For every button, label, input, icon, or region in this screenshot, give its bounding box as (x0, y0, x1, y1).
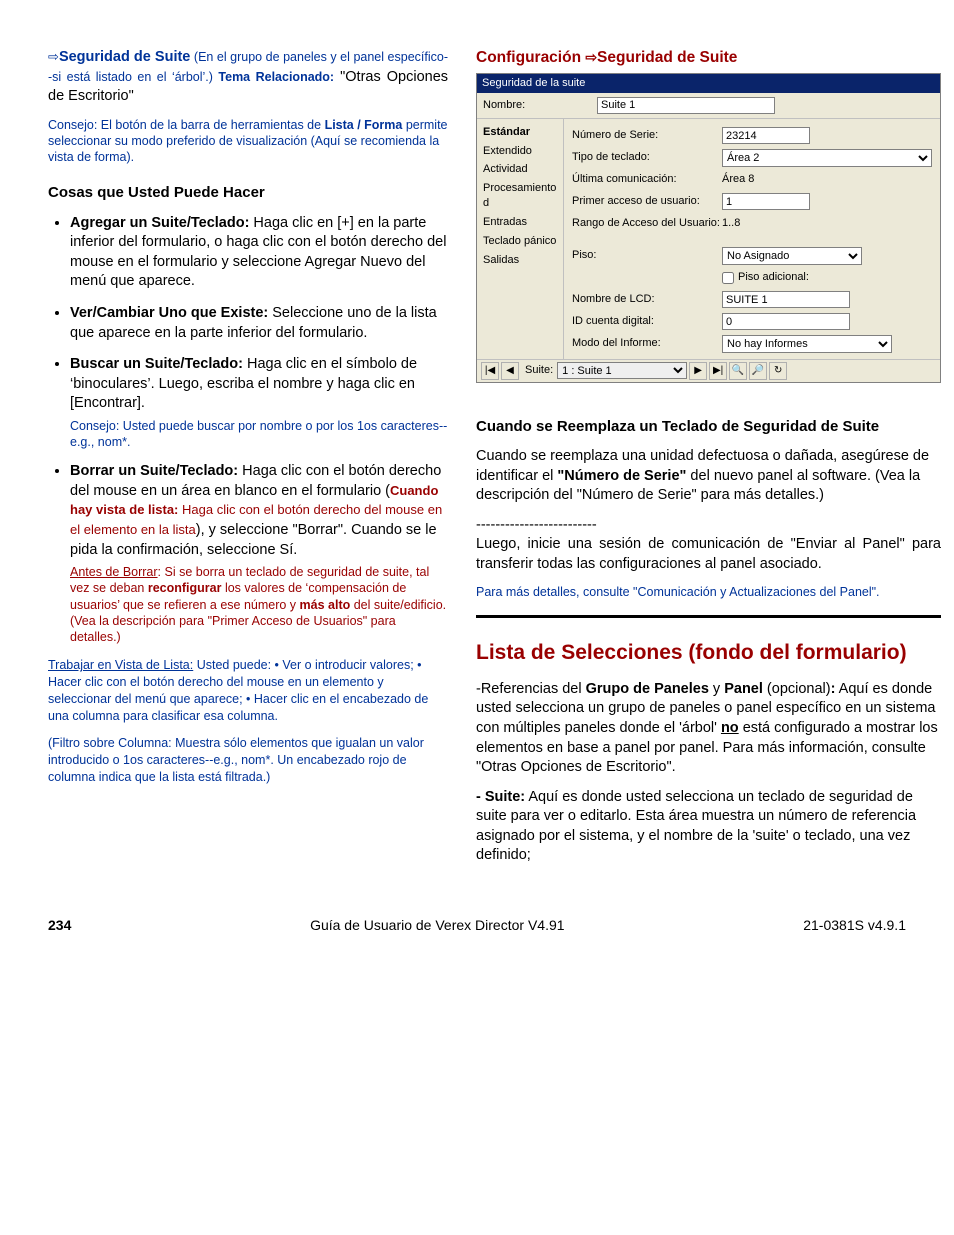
bullet-delete: Borrar un Suite/Teclado: Haga clic con e… (70, 462, 448, 645)
tip-column-filter: (Filtro sobre Columna: Muestra sólo elem… (48, 735, 448, 786)
section-divider (476, 615, 941, 618)
footer-docid: 21-0381S v4.9.1 (803, 916, 906, 935)
user-range-value: 1..8 (722, 216, 740, 231)
side-tabs: Estándar Extendido Actividad Procesamien… (477, 119, 564, 359)
refresh-icon[interactable]: ↻ (769, 362, 787, 380)
heading-pick-list: Lista de Selecciones (fondo del formular… (476, 640, 941, 666)
bullet-search: Buscar un Suite/Teclado: Haga clic en el… (70, 355, 448, 450)
tab-actividad[interactable]: Actividad (477, 160, 563, 179)
tab-teclado-panico[interactable]: Teclado pánico (477, 232, 563, 251)
tab-procesamiento[interactable]: Procesamiento d (477, 179, 563, 213)
name-input[interactable] (597, 97, 775, 114)
arrow-icon: ⇨ (585, 49, 597, 65)
nav-suite-select[interactable]: 1 : Suite 1 (557, 362, 687, 379)
para-replace: Cuando se reemplaza una unidad defectuos… (476, 447, 941, 506)
serial-label: Número de Serie: (572, 128, 722, 143)
bullet-add: Agregar un Suite/Teclado: Haga clic en [… (70, 214, 448, 292)
page-number: 234 (48, 916, 71, 935)
floor-select[interactable]: No Asignado (722, 247, 862, 265)
floor-label: Piso: (572, 248, 722, 263)
extra-floor-checkbox[interactable] (722, 272, 734, 284)
serial-input[interactable] (722, 127, 810, 144)
keyboard-type-select[interactable]: Área 2 (722, 149, 932, 167)
digital-acct-label: ID cuenta digital: (572, 314, 722, 329)
pick-item-panel-group: -Referencias del Grupo de Paneles y Pane… (476, 680, 941, 778)
name-label: Nombre: (483, 98, 597, 113)
nav-first-icon[interactable]: |◀ (481, 362, 499, 380)
nav-next-icon[interactable]: ▶ (689, 362, 707, 380)
last-comm-value: Área 8 (722, 172, 754, 187)
user-range-label: Rango de Acceso del Usuario: (572, 216, 722, 231)
lcd-name-input[interactable] (722, 291, 850, 308)
last-comm-label: Última comunicación: (572, 172, 722, 187)
record-navigator: |◀ ◀ Suite: 1 : Suite 1 ▶ ▶| 🔍 🔎 ↻ (477, 359, 940, 382)
screenshot-suite-security: Seguridad de la suite Nombre: Estándar E… (476, 73, 941, 383)
para-then-send: Luego, inicie una sesión de comunicación… (476, 535, 941, 574)
keyboard-type-label: Tipo de teclado: (572, 150, 722, 165)
lead-paragraph: ⇨Seguridad de Suite (En el grupo de pane… (48, 48, 448, 107)
report-mode-select[interactable]: No hay Informes (722, 335, 892, 353)
heading-replace-keypad: Cuando se Reemplaza un Teclado de Seguri… (476, 417, 941, 437)
tip-search: Consejo: Usted puede buscar por nombre o… (70, 418, 448, 451)
lead-bold: Seguridad de Suite (59, 49, 190, 65)
nav-prev-icon[interactable]: ◀ (501, 362, 519, 380)
tip-before-delete: Antes de Borrar: Si se borra un teclado … (70, 564, 448, 645)
tab-entradas[interactable]: Entradas (477, 213, 563, 232)
tip-list-form: Consejo: El botón de la barra de herrami… (48, 117, 448, 166)
page-footer: 234 Guía de Usuario de Verex Director V4… (48, 916, 906, 935)
footer-title: Guía de Usuario de Verex Director V4.91 (310, 916, 564, 935)
related-label: Tema Relacionado: (218, 70, 334, 84)
find-icon[interactable]: 🔍 (729, 362, 747, 380)
tip-list-view: Trabajar en Vista de Lista: Usted puede:… (48, 657, 448, 725)
lcd-name-label: Nombre de LCD: (572, 292, 722, 307)
tab-salidas[interactable]: Salidas (477, 251, 563, 270)
tab-estandar[interactable]: Estándar (477, 123, 563, 142)
pick-item-suite: - Suite: Aquí es donde usted selecciona … (476, 788, 941, 866)
tab-extendido[interactable]: Extendido (477, 142, 563, 161)
heading-config-path: Configuración ⇨Seguridad de Suite (476, 48, 941, 69)
first-user-label: Primer acceso de usuario: (572, 194, 722, 209)
arrow-icon: ⇨ (48, 49, 59, 64)
window-titlebar: Seguridad de la suite (477, 74, 940, 93)
bullet-view-change: Ver/Cambiar Uno que Existe: Seleccione u… (70, 304, 448, 343)
nav-suite-label: Suite: (525, 363, 553, 378)
report-mode-label: Modo del Informe: (572, 336, 722, 351)
separator-dashes: ------------------------- (476, 516, 941, 536)
first-user-input[interactable] (722, 193, 810, 210)
para-more-details: Para más detalles, consulte "Comunicació… (476, 584, 941, 600)
nav-last-icon[interactable]: ▶| (709, 362, 727, 380)
digital-acct-input[interactable] (722, 313, 850, 330)
extra-floor-label: Piso adicional: (738, 270, 809, 285)
find-next-icon[interactable]: 🔎 (749, 362, 767, 380)
heading-things-you-can-do: Cosas que Usted Puede Hacer (48, 183, 448, 203)
